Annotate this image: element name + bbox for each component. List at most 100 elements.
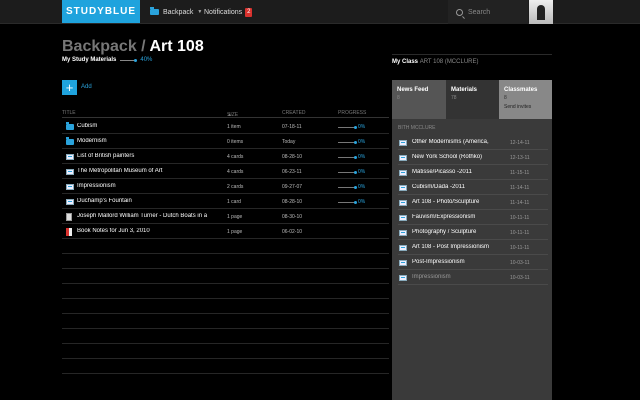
list-item[interactable]: Post-Impressionism 10-03-11	[398, 255, 548, 270]
class-name[interactable]: ART 108 (MCCLURE)	[420, 59, 479, 65]
nav-backpack[interactable]: Backpack ▼	[150, 5, 202, 19]
page-title: Backpack / Art 108	[62, 38, 204, 56]
add-button[interactable]: +	[62, 80, 77, 95]
top-bar: STUDYBLUE Backpack ▼ Notifications 2 Sea…	[0, 0, 640, 24]
add-label[interactable]: Add	[81, 84, 92, 90]
row-progress-value: 0%	[358, 139, 366, 145]
tab-news-feed[interactable]: News Feed 8	[392, 80, 446, 119]
list-item[interactable]: Cubism/Dada -2011 11-14-11	[398, 180, 548, 195]
flashcard-icon	[399, 275, 407, 281]
nav-notifications[interactable]: Notifications 2	[204, 5, 253, 19]
empty-row	[62, 269, 389, 284]
progress-bar	[338, 155, 357, 159]
row-title[interactable]: Duchamp's Fountain	[77, 198, 227, 204]
my-class-header: My Class ART 108 (MCCLURE)	[392, 59, 478, 65]
flashcard-icon	[66, 169, 74, 175]
row-progress: 0%	[338, 124, 388, 130]
breadcrumb-backpack[interactable]: Backpack /	[62, 38, 146, 55]
progress-bar	[338, 170, 357, 174]
table-row[interactable]: Cubism 1 item 07-18-11 0%	[62, 119, 389, 134]
flashcard-icon	[66, 184, 74, 190]
flashcard-icon	[399, 170, 407, 176]
list-item[interactable]: Impressionism 10-03-11	[398, 270, 548, 285]
row-created: 06-23-11	[282, 169, 302, 175]
progress-bar	[338, 200, 357, 204]
list-item-name: Art 108 - Photo/Sculpture	[412, 199, 480, 205]
flashcard-icon	[399, 140, 407, 146]
list-item[interactable]: Art 108 - Post Impressionism 10-11-11	[398, 240, 548, 255]
row-title[interactable]: List of British painters	[77, 153, 227, 159]
row-title[interactable]: Book Notes for Jun 3, 2010	[77, 228, 227, 234]
nav-backpack-label: Backpack	[163, 8, 194, 16]
tab-classmates[interactable]: Classmates 8 Send invites	[499, 80, 552, 119]
table-row[interactable]: Modernism 0 items Today 0%	[62, 134, 389, 149]
progress-bar	[338, 125, 357, 129]
row-size: 1 page	[227, 229, 243, 235]
flashcard-icon	[66, 199, 74, 205]
table-header: TITLE SIZE ▲ CREATED PROGRESS	[62, 108, 389, 118]
col-title[interactable]: TITLE	[62, 110, 76, 116]
row-title[interactable]: Impressionism	[77, 183, 227, 189]
sort-arrow-icon: ▲	[227, 112, 232, 118]
search-placeholder: Search	[468, 8, 491, 16]
notifications-badge: 2	[245, 7, 253, 17]
tab-count: 8	[504, 95, 507, 101]
tab-label: Materials	[451, 87, 478, 93]
list-item-date: 11-14-11	[510, 185, 530, 191]
chevron-down-icon: ▼	[197, 9, 203, 15]
pdf-icon	[66, 228, 72, 236]
row-created: 08-28-10	[282, 154, 303, 160]
list-item[interactable]: Art 108 - Photo/Sculpture 11-14-11	[398, 195, 548, 210]
flashcard-icon	[399, 245, 407, 251]
row-progress-value: 0%	[358, 124, 366, 130]
list-item-name: Matisse/Picasso -2011	[412, 169, 472, 175]
row-title[interactable]: The Metropolitan Museum of Art	[77, 168, 227, 174]
class-tabs: News Feed 8 Materials 78 Classmates 8 Se…	[392, 80, 552, 119]
table-row[interactable]: The Metropolitan Museum of Art 4 cards 06-…	[62, 164, 389, 179]
table-row[interactable]: Impressionism 2 cards 09-27-07 0%	[62, 179, 389, 194]
page-title-text: Art 108	[149, 38, 204, 55]
flashcard-icon	[66, 154, 74, 160]
flashcard-icon	[399, 215, 407, 221]
col-progress[interactable]: PROGRESS	[338, 110, 366, 116]
class-materials-list: Other Modernisms (America, 12-14-11 New Yo…	[398, 135, 548, 285]
send-invites-link[interactable]: Send invites	[504, 104, 547, 110]
tab-materials[interactable]: Materials 78	[446, 80, 499, 119]
progress-bar	[338, 140, 357, 144]
progress-indicator	[120, 58, 138, 62]
teacher-name: BITH MCCLURE	[398, 125, 436, 131]
row-title[interactable]: Modernism	[77, 138, 227, 144]
avatar[interactable]	[529, 0, 553, 24]
list-item-name: Post-Impressionism	[412, 259, 465, 265]
list-item-date: 10-03-11	[510, 275, 530, 281]
list-item-date: 12-14-11	[510, 140, 530, 146]
search-input[interactable]: Search	[448, 0, 528, 24]
divider	[392, 54, 552, 55]
table-row[interactable]: List of British painters 4 cards 08-28-10 0…	[62, 149, 389, 164]
flashcard-icon	[399, 155, 407, 161]
row-created: 07-18-11	[282, 124, 302, 130]
list-item-date: 10-11-11	[510, 230, 530, 236]
study-progress-percent: 40%	[140, 57, 153, 63]
tab-label: Classmates	[504, 87, 538, 93]
row-title[interactable]: Joseph Mallord William Turner - Dutch Bo…	[77, 213, 227, 219]
table-row[interactable]: Joseph Mallord William Turner - Dutch Bo…	[62, 209, 389, 224]
row-title[interactable]: Cubism	[77, 123, 227, 129]
list-item[interactable]: Fauvism/Expressionism 10-11-11	[398, 210, 548, 225]
flashcard-icon	[399, 230, 407, 236]
study-materials-header: My Study Materials 40%	[62, 57, 152, 63]
table-row[interactable]: Book Notes for Jun 3, 2010 1 page 06-02-10	[62, 224, 389, 239]
row-size: 0 items	[227, 139, 244, 145]
list-item-date: 10-03-11	[510, 260, 530, 266]
studyblue-logo[interactable]: STUDYBLUE	[62, 0, 140, 23]
table-row[interactable]: Duchamp's Fountain 1 card 08-28-10 0%	[62, 194, 389, 209]
col-created[interactable]: CREATED	[282, 110, 306, 116]
list-item[interactable]: Matisse/Picasso -2011 11-15-11	[398, 165, 548, 180]
list-item-date: 11-15-11	[510, 170, 530, 176]
list-item[interactable]: Photography / Sculpture 10-11-11	[398, 225, 548, 240]
list-item[interactable]: Other Modernisms (America, 12-14-11	[398, 135, 548, 150]
list-item[interactable]: New York School (Rothko) 12-13-11	[398, 150, 548, 165]
list-item-date: 10-11-11	[510, 215, 530, 221]
list-item-name: Photography / Sculpture	[412, 229, 477, 235]
progress-bar	[338, 185, 357, 189]
